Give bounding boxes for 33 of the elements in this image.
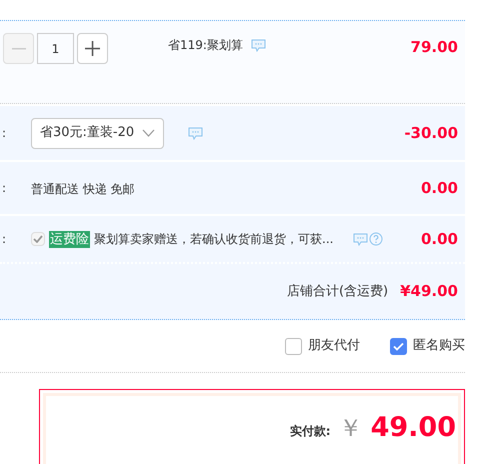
insurance-tag: 运费险 <box>49 230 90 248</box>
row-amount: 0.00 <box>420 178 459 199</box>
comment-icon[interactable] <box>188 126 204 140</box>
store-total-label: 店铺合计(含运费) <box>286 282 388 301</box>
shipping-method: 普通配送 快递 免邮 <box>31 182 135 196</box>
option-label: 匿名购买 <box>413 337 465 356</box>
minus-icon <box>12 48 26 50</box>
comment-icon[interactable] <box>250 38 266 52</box>
payment-amount: 49.00 <box>370 411 456 445</box>
option-checkbox[interactable] <box>390 338 407 354</box>
quantity-field[interactable]: 1 <box>37 33 74 64</box>
row-label: : <box>1 231 8 248</box>
payment-label: 实付款: <box>290 423 331 440</box>
store-total-amount: ¥49.00 <box>400 281 458 302</box>
help-icon[interactable] <box>369 232 384 246</box>
increase-button[interactable] <box>77 33 108 64</box>
check-icon <box>33 235 43 243</box>
row-label: : <box>1 180 8 197</box>
check-icon <box>393 342 404 350</box>
option-label: 朋友代付 <box>308 337 360 356</box>
item-price: 79.00 <box>410 37 459 58</box>
option-checkbox[interactable] <box>285 338 302 354</box>
promo-label: 省119:聚划算 <box>168 37 243 54</box>
row-amount: 0.00 <box>420 228 459 250</box>
coupon-select[interactable]: 省30元:童装-20 <box>31 118 164 148</box>
chevron-down-icon <box>142 129 156 137</box>
row-label: : <box>1 125 8 142</box>
decrease-button[interactable] <box>3 33 34 64</box>
insurance-description: 聚划算卖家赠送，若确认收货前退货，可获... <box>94 231 334 248</box>
plus-icon <box>85 41 100 56</box>
currency-symbol: ￥ <box>338 413 363 444</box>
comment-icon[interactable] <box>353 232 368 246</box>
row-amount: -30.00 <box>404 122 459 144</box>
